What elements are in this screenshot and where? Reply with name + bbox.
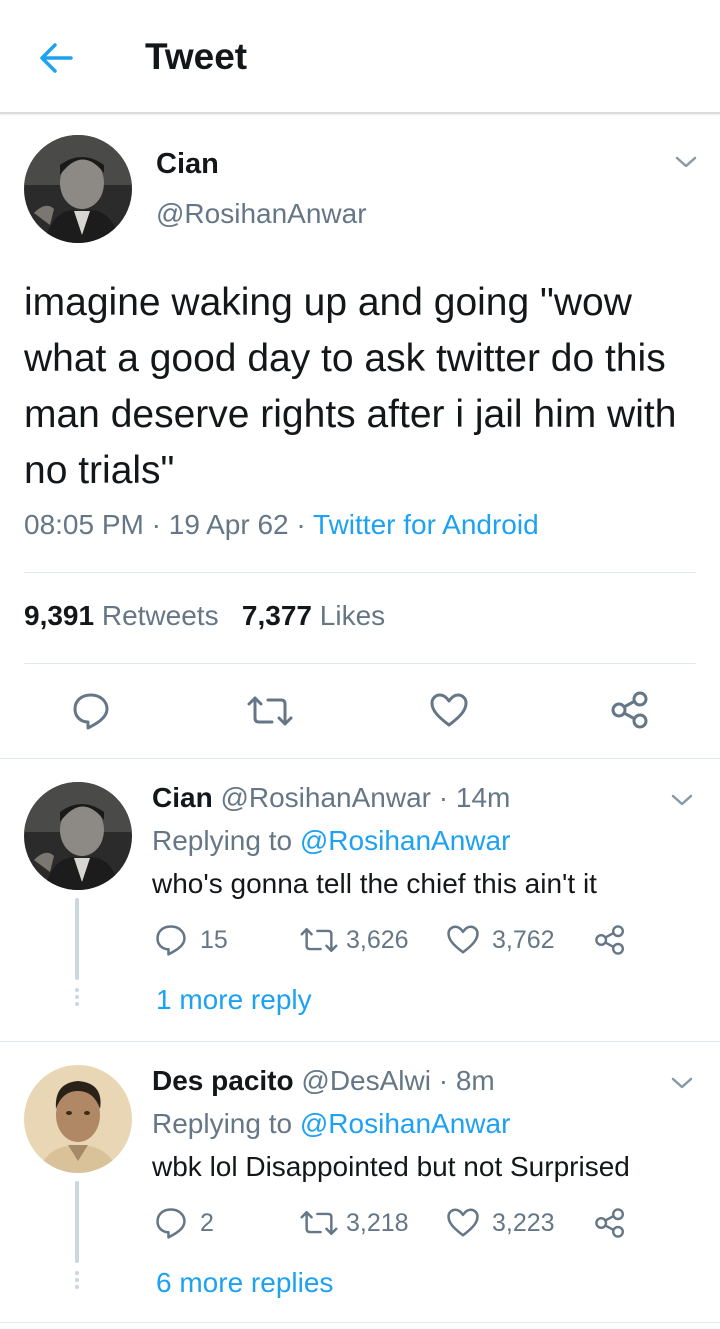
retweet-icon[interactable]: [298, 1209, 340, 1237]
thread-line: [75, 898, 79, 980]
reply-count: 15: [200, 926, 228, 954]
divider: [0, 758, 720, 759]
share-icon[interactable]: [610, 690, 650, 730]
retweet-icon[interactable]: [298, 926, 340, 954]
tweet-meta: 08:05 PM · 19 Apr 62 · Twitter for Andro…: [24, 509, 539, 541]
avatar[interactable]: [24, 1065, 132, 1173]
replying-to-handle[interactable]: @RosihanAnwar: [300, 825, 511, 856]
reply-author-name[interactable]: Des pacito: [152, 1065, 294, 1096]
reply-text: wbk lol Disappointed but not Surprised: [152, 1151, 630, 1182]
reply-header: Cian @RosihanAnwar · 14m: [152, 782, 510, 814]
like-count: 3,762: [492, 926, 555, 954]
tweet-source[interactable]: Twitter for Android: [313, 509, 539, 540]
thread-dots: [75, 988, 79, 1009]
chevron-down-icon[interactable]: [670, 1075, 694, 1091]
page-title: Tweet: [145, 36, 248, 77]
reply-author-handle[interactable]: @RosihanAnwar: [220, 782, 431, 813]
like-count: 3,223: [492, 1209, 555, 1237]
retweet-icon[interactable]: [245, 694, 295, 728]
replying-to: Replying to @RosihanAnwar: [152, 1108, 510, 1140]
reply-age: 14m: [455, 782, 511, 813]
divider: [24, 663, 696, 664]
show-more-replies-link[interactable]: 1 more reply: [156, 984, 312, 1016]
chevron-down-icon[interactable]: [670, 792, 694, 808]
reply-count: 2: [200, 1209, 214, 1237]
back-arrow-icon[interactable]: [36, 38, 76, 78]
tweet-time: 08:05 PM: [24, 509, 144, 540]
meta-separator: ·: [438, 1065, 449, 1096]
retweet-count: 3,626: [346, 926, 409, 954]
avatar[interactable]: [24, 135, 132, 243]
like-count[interactable]: 7,377: [242, 600, 312, 631]
author-handle[interactable]: @RosihanAnwar: [156, 198, 367, 230]
reply-author-handle[interactable]: @DesAlwi: [301, 1065, 431, 1096]
thread-dots: [75, 1271, 79, 1292]
replying-to-label: Replying to: [152, 1108, 293, 1139]
like-icon[interactable]: [446, 924, 480, 955]
replying-to: Replying to @RosihanAnwar: [152, 825, 510, 857]
reply-icon[interactable]: [155, 1207, 187, 1239]
author-name[interactable]: Cian: [156, 148, 219, 181]
meta-separator: ·: [296, 509, 314, 540]
meta-separator: ·: [151, 509, 169, 540]
replying-to-handle[interactable]: @RosihanAnwar: [300, 1108, 511, 1139]
reply-icon[interactable]: [155, 924, 187, 956]
tweet-stats: 9,391 Retweets 7,377 Likes: [24, 600, 385, 632]
thread-line: [75, 1181, 79, 1263]
avatar[interactable]: [24, 782, 132, 890]
reply-header: Des pacito @DesAlwi · 8m: [152, 1065, 495, 1097]
tweet-date: 19 Apr 62: [168, 509, 289, 540]
reply-author-name[interactable]: Cian: [152, 782, 213, 813]
reply-age: 8m: [455, 1065, 495, 1096]
show-more-replies-link[interactable]: 6 more replies: [156, 1267, 333, 1299]
retweet-count[interactable]: 9,391: [24, 600, 94, 631]
share-icon[interactable]: [594, 1207, 626, 1239]
reply-text: who's gonna tell the chief this ain't it: [152, 868, 597, 899]
likes-label[interactable]: Likes: [320, 600, 385, 631]
replying-to-label: Replying to: [152, 825, 293, 856]
tweet-text: imagine waking up and going "wow what a …: [24, 281, 677, 492]
like-icon[interactable]: [446, 1207, 480, 1238]
share-icon[interactable]: [594, 924, 626, 956]
divider: [0, 1322, 720, 1323]
reply-icon[interactable]: [72, 692, 110, 730]
top-bar: Tweet: [0, 0, 720, 114]
chevron-down-icon[interactable]: [674, 154, 698, 170]
divider: [24, 572, 696, 573]
divider: [0, 1041, 720, 1042]
retweets-label[interactable]: Retweets: [102, 600, 219, 631]
retweet-count: 3,218: [346, 1209, 409, 1237]
like-icon[interactable]: [429, 692, 469, 728]
meta-separator: ·: [438, 782, 449, 813]
